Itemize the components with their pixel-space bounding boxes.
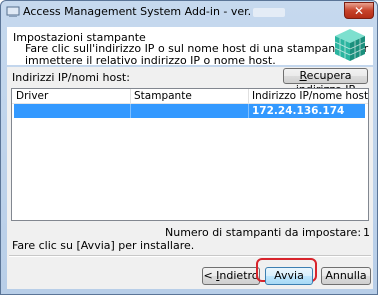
- list-header: Driver Stampante Indirizzo IP/nome host: [12, 89, 368, 104]
- table-row[interactable]: 172.24.136.174: [14, 104, 365, 118]
- column-divider[interactable]: [248, 89, 249, 103]
- ip-list-label: Indirizzi IP/nomi host:: [12, 71, 130, 84]
- retrieve-ip-accesskey: R: [299, 69, 307, 82]
- version-redacted: [253, 7, 286, 17]
- back-label: ndietro: [219, 269, 259, 282]
- close-button[interactable]: ✕: [344, 2, 374, 19]
- content-panel: Indirizzi IP/nomi host: Recupera indiriz…: [7, 67, 373, 289]
- column-driver[interactable]: Driver: [16, 90, 48, 102]
- cell-divider: [248, 104, 249, 118]
- back-button[interactable]: < Indietro: [202, 267, 260, 285]
- printer-count-label: Numero di stampanti da impostare:: [165, 226, 362, 239]
- printer-cube-icon: [334, 29, 366, 61]
- window-title: Access Management System Add-in - ver.: [23, 5, 286, 18]
- column-ip-host[interactable]: Indirizzo IP/nome host: [252, 90, 368, 102]
- column-divider[interactable]: [130, 89, 131, 103]
- cell-divider: [130, 104, 131, 118]
- instruction-text: Fare clic su [Avvia] per installare.: [12, 239, 195, 252]
- column-stampante[interactable]: Stampante: [134, 90, 192, 102]
- header-panel: Impostazioni stampante Fare clic sull'in…: [7, 27, 373, 67]
- close-icon: ✕: [353, 4, 365, 18]
- cancel-button[interactable]: Annulla: [321, 267, 371, 285]
- cell-ip-address[interactable]: 172.24.136.174: [252, 105, 344, 117]
- printer-count-value: 1: [363, 226, 370, 239]
- back-arrow-icon: <: [203, 269, 217, 282]
- app-icon: [6, 6, 20, 17]
- title-bar[interactable]: Access Management System Add-in - ver. ✕: [1, 1, 377, 25]
- divider: [9, 255, 371, 257]
- printer-list[interactable]: Driver Stampante Indirizzo IP/nome host …: [11, 88, 369, 221]
- retrieve-ip-button[interactable]: Recupera indirizzo IP: [283, 68, 368, 96]
- page-description: Fare clic sull'indirizzo IP o sul nome h…: [25, 42, 368, 67]
- dialog-window: Access Management System Add-in - ver. ✕…: [0, 0, 378, 295]
- start-button[interactable]: Avvia: [265, 267, 313, 285]
